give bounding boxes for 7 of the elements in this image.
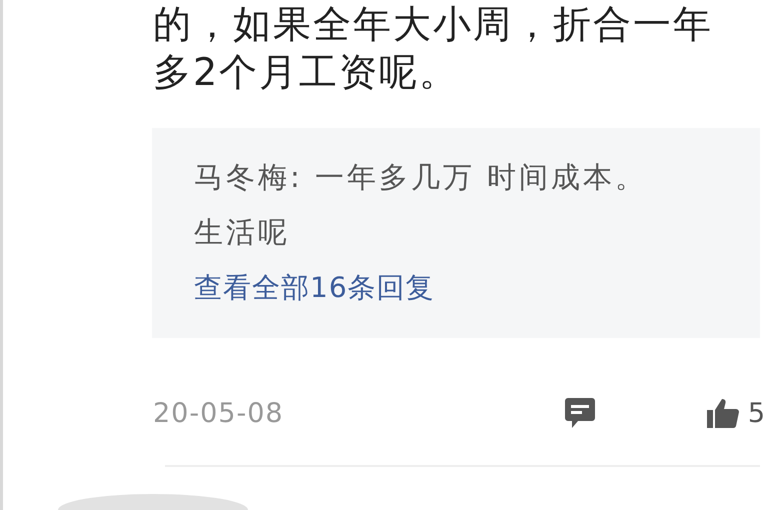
reply-text: 马冬梅: 一年多几万 时间成本。生活呢 [194, 159, 648, 251]
comment-icon[interactable] [564, 396, 596, 430]
comment-text: 的，如果全年大小周，折合一年多2个月工资呢。 [153, 1, 714, 96]
view-all-replies-link[interactable]: 查看全部16条回复 [194, 260, 740, 315]
thumbs-up-icon[interactable] [706, 397, 740, 429]
like-count: 5 [748, 398, 765, 428]
comment-date: 20-05-08 [153, 398, 284, 428]
